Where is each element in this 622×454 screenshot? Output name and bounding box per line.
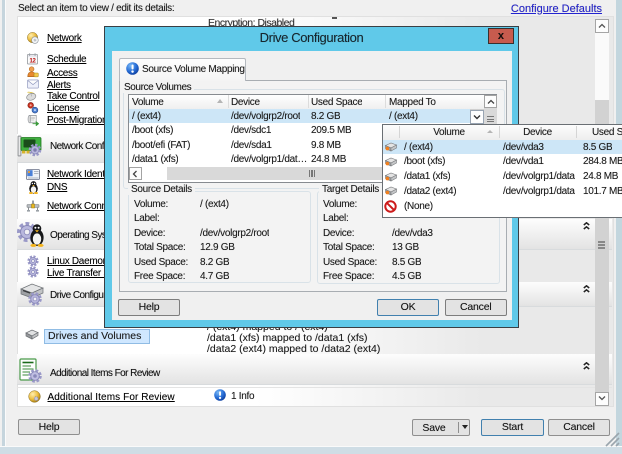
svg-text:12: 12: [29, 58, 36, 64]
